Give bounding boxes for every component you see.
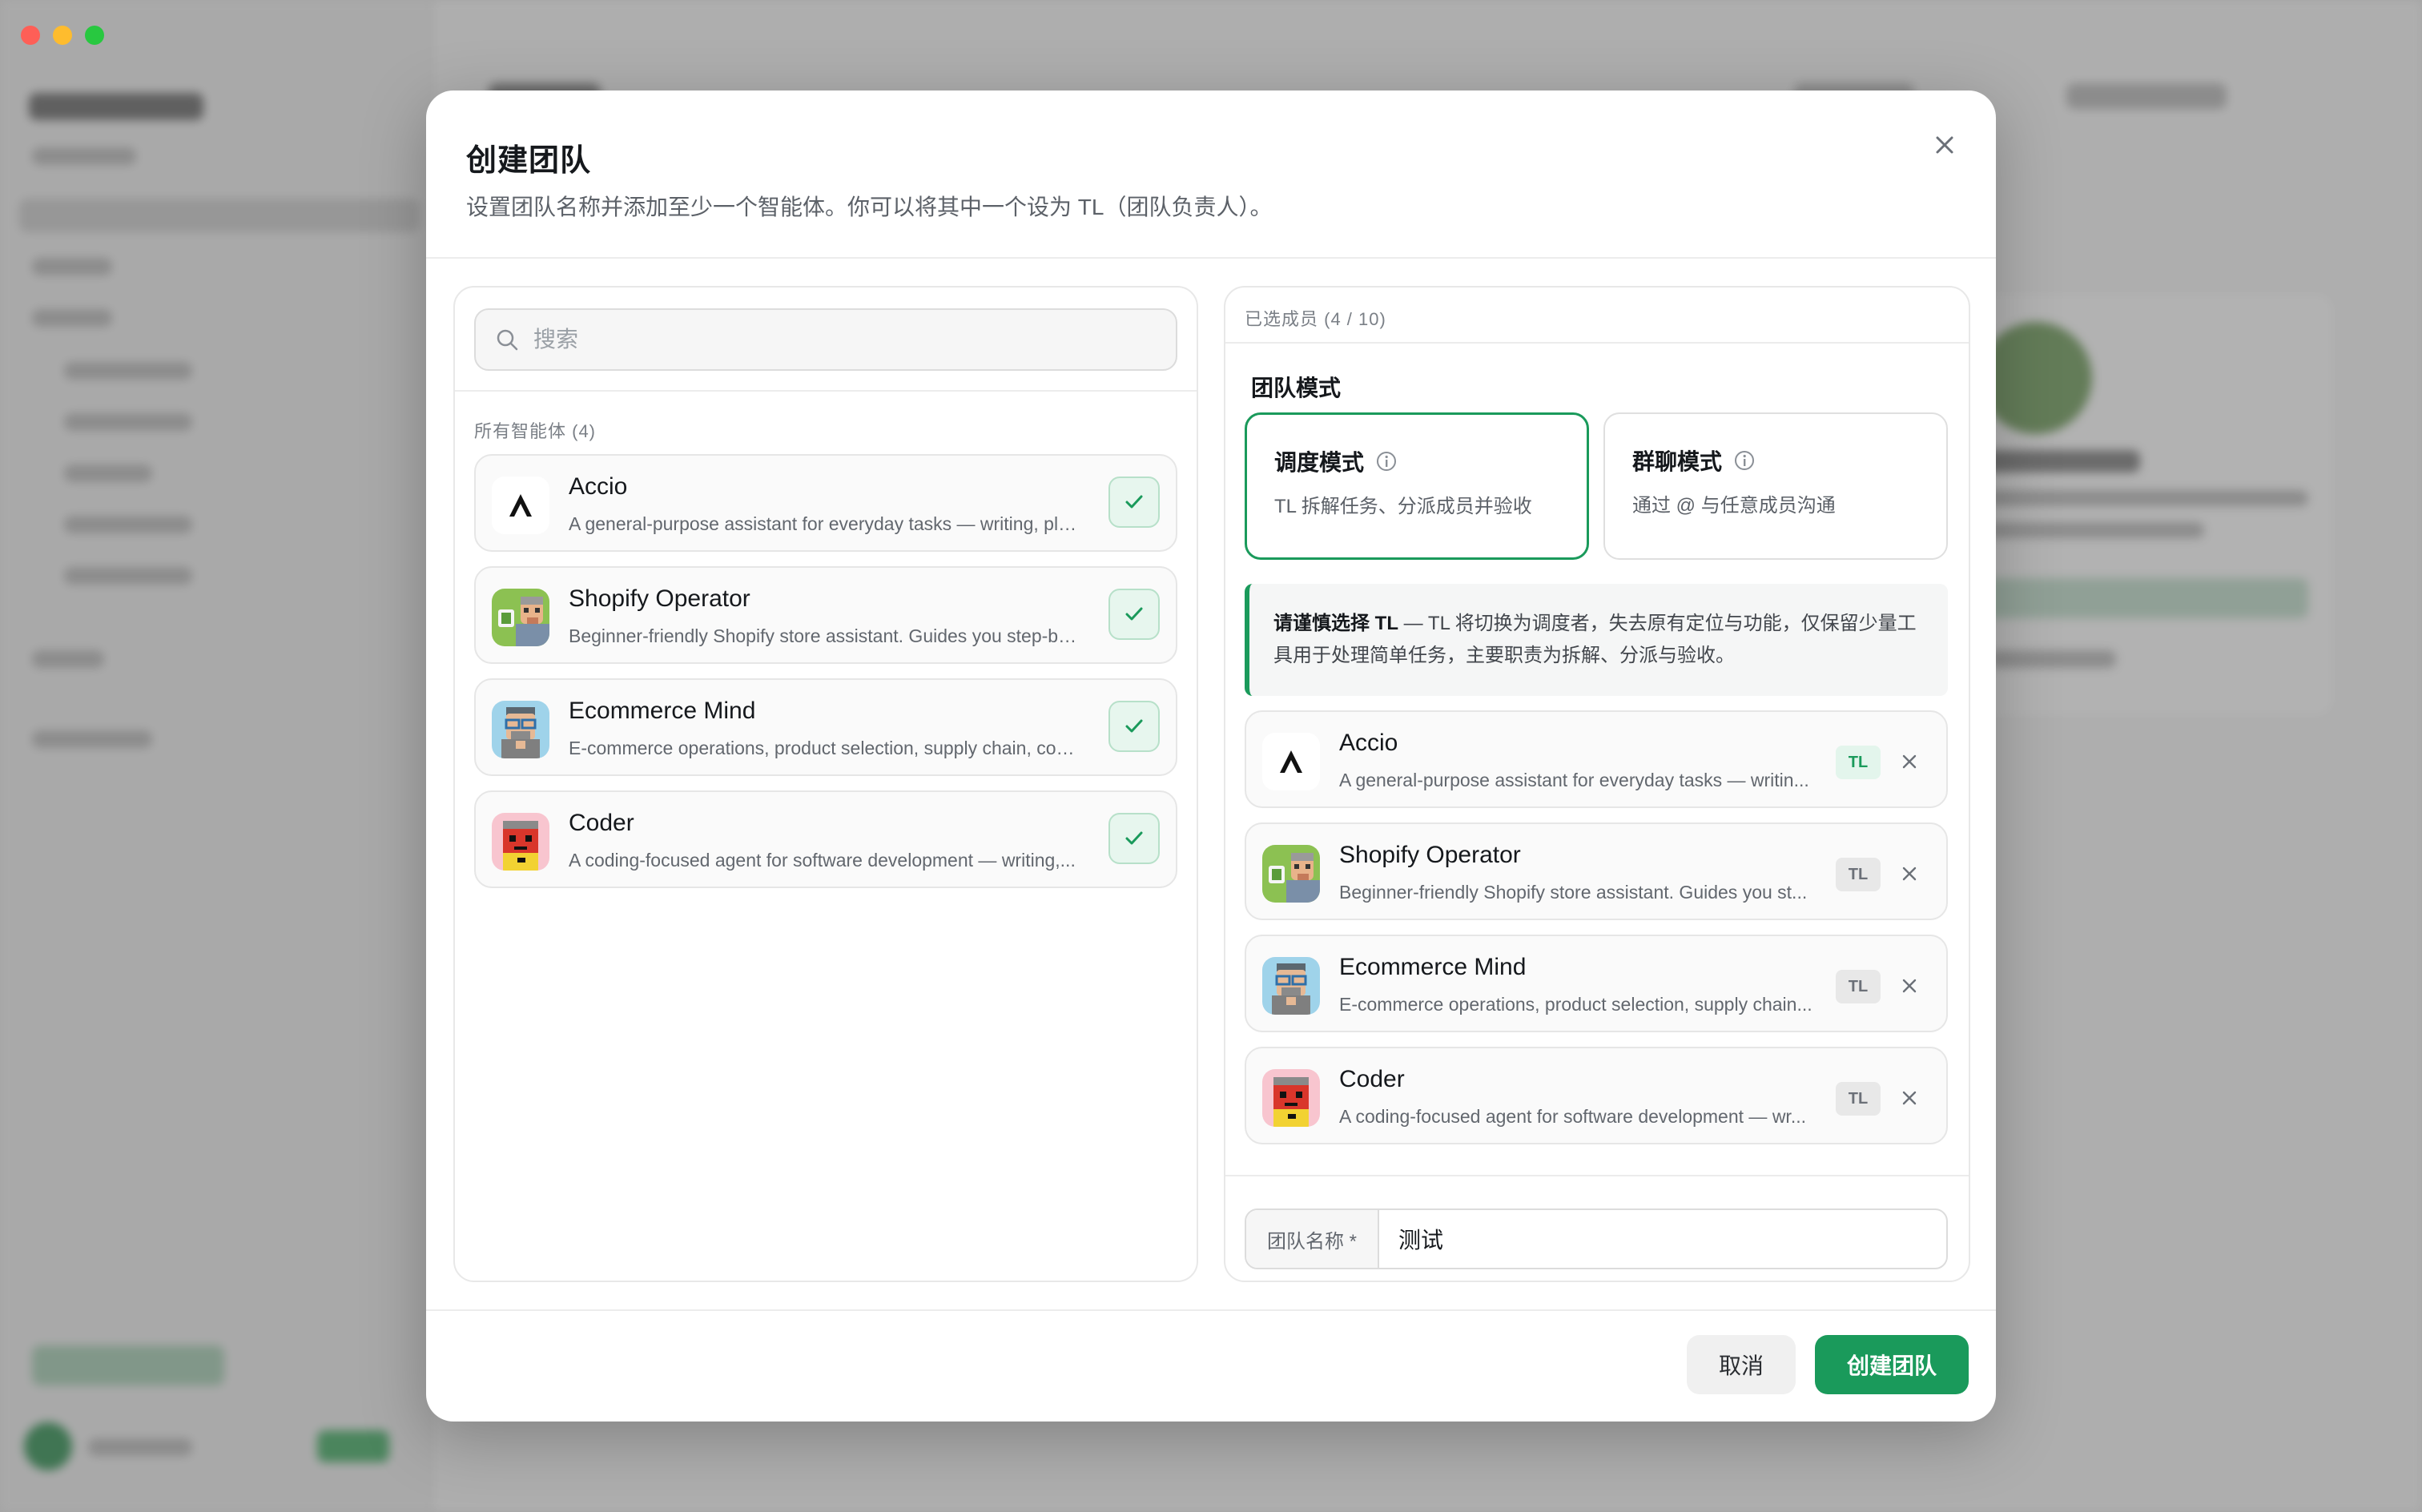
agent-item-ecommerce-mind[interactable]: Ecommerce Mind E-commerce operations, pr… bbox=[474, 678, 1177, 776]
check-icon bbox=[1125, 495, 1143, 509]
agent-name: Coder bbox=[569, 810, 634, 836]
agent-selected-checkbox[interactable] bbox=[1108, 589, 1160, 640]
remove-member-button[interactable] bbox=[1895, 859, 1924, 888]
agent-description: A general-purpose assistant for everyday… bbox=[569, 513, 1081, 534]
agent-selected-checkbox[interactable] bbox=[1108, 477, 1160, 528]
all-agents-label: 所有智能体 (4) bbox=[474, 421, 597, 441]
close-icon bbox=[1936, 136, 1953, 154]
set-tl-toggle[interactable]: TL bbox=[1836, 858, 1881, 891]
divider bbox=[455, 390, 1197, 392]
check-icon bbox=[1125, 607, 1143, 621]
member-name: Ecommerce Mind bbox=[1339, 954, 1527, 980]
mode-description: 通过 @ 与任意成员沟通 bbox=[1632, 495, 1836, 517]
member-item-shopify-operator: Shopify Operator Beginner-friendly Shopi… bbox=[1245, 822, 1948, 920]
info-icon[interactable] bbox=[1733, 449, 1756, 472]
mode-description: TL 拆解任务、分派成员并验收 bbox=[1274, 496, 1532, 517]
member-item-accio: Accio A general-purpose assistant for ev… bbox=[1245, 710, 1948, 808]
agent-selected-checkbox[interactable] bbox=[1108, 701, 1160, 752]
mode-title-text: 群聊模式 bbox=[1632, 449, 1723, 474]
accio-logo-icon bbox=[1262, 733, 1320, 790]
remove-member-button[interactable] bbox=[1895, 1084, 1924, 1112]
remove-member-button[interactable] bbox=[1895, 747, 1924, 776]
agent-name: Shopify Operator bbox=[569, 585, 750, 612]
search-box[interactable] bbox=[474, 308, 1177, 371]
agent-item-coder[interactable]: Coder A coding-focused agent for softwar… bbox=[474, 790, 1177, 888]
dialog-footer: 取消 创建团队 bbox=[426, 1309, 1996, 1422]
member-name: Accio bbox=[1339, 730, 1398, 756]
agent-picker-panel: 所有智能体 (4) Accio A general-purpose assist… bbox=[453, 286, 1198, 1282]
close-icon bbox=[1902, 1091, 1917, 1105]
team-name-input[interactable] bbox=[1398, 1210, 1927, 1268]
selected-members-count: 已选成员 (4 / 10) bbox=[1245, 309, 1386, 329]
remove-member-button[interactable] bbox=[1895, 971, 1924, 1000]
member-description: Beginner-friendly Shopify store assistan… bbox=[1339, 882, 1808, 903]
agent-item-shopify-operator[interactable]: Shopify Operator Beginner-friendly Shopi… bbox=[474, 566, 1177, 664]
check-icon bbox=[1125, 719, 1143, 733]
team-name-field: 团队名称 * bbox=[1245, 1208, 1948, 1269]
window-controls bbox=[21, 26, 104, 45]
agent-item-accio[interactable]: Accio A general-purpose assistant for ev… bbox=[474, 454, 1177, 552]
selected-members-panel: 已选成员 (4 / 10) 团队模式 调度模式 TL 拆解任务、分派成员并验收 … bbox=[1224, 286, 1970, 1282]
close-window-button[interactable] bbox=[21, 26, 40, 45]
mode-title-text: 调度模式 bbox=[1274, 450, 1365, 475]
shopify-operator-avatar-icon bbox=[1262, 845, 1320, 903]
ecommerce-mind-avatar-icon bbox=[492, 701, 549, 758]
create-team-dialog: 创建团队 设置团队名称并添加至少一个智能体。你可以将其中一个设为 TL（团队负责… bbox=[426, 90, 1996, 1422]
dialog-subtitle: 设置团队名称并添加至少一个智能体。你可以将其中一个设为 TL（团队负责人）。 bbox=[466, 195, 1273, 219]
search-icon bbox=[497, 329, 518, 351]
member-description: A general-purpose assistant for everyday… bbox=[1339, 770, 1809, 790]
agent-description: E-commerce operations, product selection… bbox=[569, 738, 1081, 758]
shopify-operator-avatar-icon bbox=[492, 589, 549, 646]
info-icon[interactable] bbox=[1375, 450, 1398, 472]
zoom-window-button[interactable] bbox=[85, 26, 104, 45]
member-name: Shopify Operator bbox=[1339, 842, 1521, 868]
tl-warning-callout: 请谨慎选择 TL — TL 将切换为调度者，失去原有定位与功能，仅保留少量工具用… bbox=[1245, 584, 1948, 696]
warning-bold: 请谨慎选择 TL bbox=[1273, 613, 1398, 634]
cancel-button[interactable]: 取消 bbox=[1687, 1335, 1796, 1394]
minimize-window-button[interactable] bbox=[53, 26, 72, 45]
member-name: Coder bbox=[1339, 1066, 1405, 1092]
coder-avatar-icon bbox=[492, 813, 549, 871]
dialog-body: 所有智能体 (4) Accio A general-purpose assist… bbox=[426, 260, 1996, 1282]
close-dialog-button[interactable] bbox=[1924, 124, 1965, 166]
agent-selected-checkbox[interactable] bbox=[1108, 813, 1160, 864]
agent-name: Ecommerce Mind bbox=[569, 698, 756, 724]
team-mode-heading: 团队模式 bbox=[1251, 376, 1342, 400]
set-tl-toggle[interactable]: TL bbox=[1836, 970, 1881, 1003]
divider bbox=[1225, 1175, 1969, 1176]
mode-title: 群聊模式 bbox=[1632, 444, 1756, 477]
member-description: E-commerce operations, product selection… bbox=[1339, 994, 1812, 1015]
set-tl-toggle[interactable]: TL bbox=[1836, 1082, 1881, 1116]
mode-card-dispatch[interactable]: 调度模式 TL 拆解任务、分派成员并验收 bbox=[1245, 412, 1589, 560]
set-tl-toggle[interactable]: TL bbox=[1836, 746, 1881, 779]
mode-card-group-chat[interactable]: 群聊模式 通过 @ 与任意成员沟通 bbox=[1603, 412, 1948, 560]
agent-description: Beginner-friendly Shopify store assistan… bbox=[569, 625, 1081, 646]
check-icon bbox=[1125, 831, 1143, 845]
close-icon bbox=[1902, 867, 1917, 881]
member-item-ecommerce-mind: Ecommerce Mind E-commerce operations, pr… bbox=[1245, 935, 1948, 1032]
member-item-coder: Coder A coding-focused agent for softwar… bbox=[1245, 1047, 1948, 1144]
create-team-button[interactable]: 创建团队 bbox=[1815, 1335, 1969, 1394]
member-description: A coding-focused agent for software deve… bbox=[1339, 1106, 1806, 1127]
close-icon bbox=[1902, 979, 1917, 993]
mode-title: 调度模式 bbox=[1274, 445, 1398, 477]
agent-name: Accio bbox=[569, 473, 628, 500]
close-icon bbox=[1902, 754, 1917, 769]
search-input[interactable] bbox=[533, 327, 1158, 352]
coder-avatar-icon bbox=[1262, 1069, 1320, 1127]
team-name-label: 团队名称 * bbox=[1246, 1210, 1379, 1268]
dialog-title: 创建团队 bbox=[466, 144, 592, 178]
dialog-header: 创建团队 设置团队名称并添加至少一个智能体。你可以将其中一个设为 TL（团队负责… bbox=[426, 90, 1996, 259]
accio-logo-icon bbox=[492, 477, 549, 534]
agent-description: A coding-focused agent for software deve… bbox=[569, 850, 1076, 871]
ecommerce-mind-avatar-icon bbox=[1262, 957, 1320, 1015]
divider bbox=[1225, 342, 1969, 344]
